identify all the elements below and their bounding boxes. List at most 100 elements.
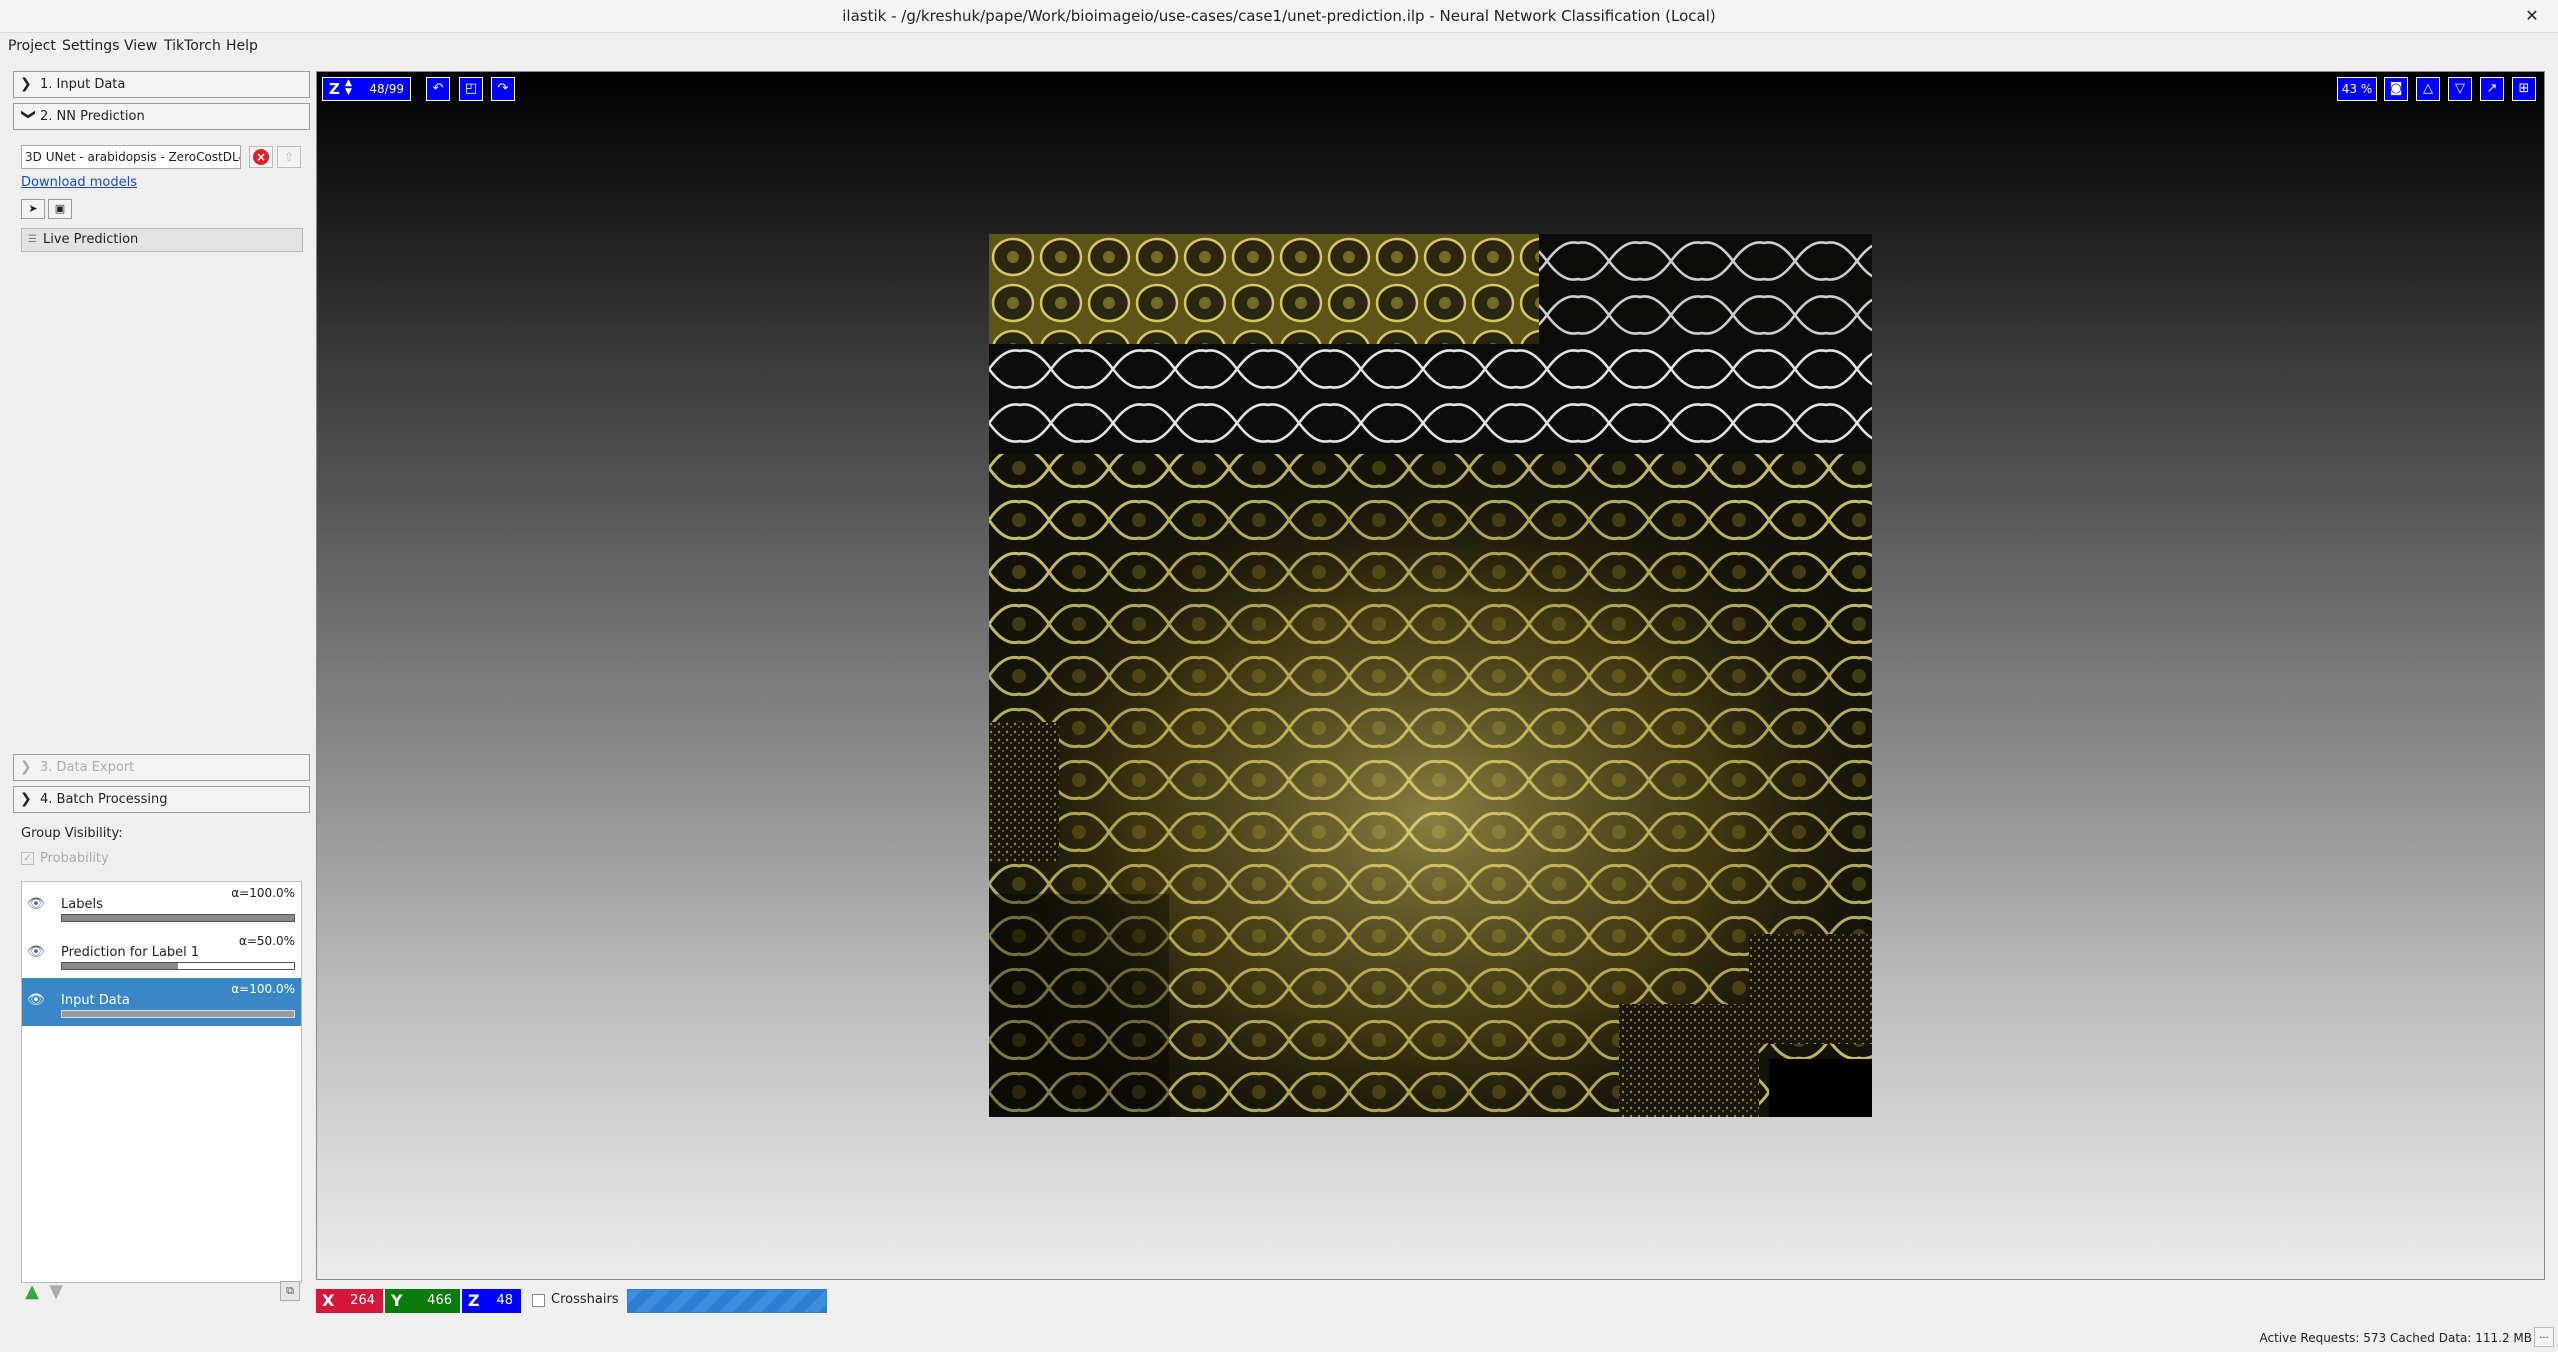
live-prediction-label: Live Prediction <box>43 232 139 247</box>
undo-button[interactable]: ↶ <box>426 77 450 101</box>
layer-opacity-text: α=50.0% <box>238 934 295 948</box>
chevron-right-icon: ❯ <box>20 76 32 92</box>
zoom-level[interactable]: 43 % <box>2337 77 2377 101</box>
list-icon: ☰ <box>28 234 37 245</box>
applet-label: 1. Input Data <box>40 77 126 92</box>
maximize-button[interactable]: ↗ <box>2480 77 2504 101</box>
close-icon: × <box>253 149 269 165</box>
layer-name: Prediction for Label 1 <box>61 945 200 960</box>
move-layer-up-icon[interactable]: ▲ <box>22 1282 42 1302</box>
microscopy-image[interactable] <box>989 234 1872 1117</box>
applet-batch-processing[interactable]: ❯ 4. Batch Processing <box>13 786 310 813</box>
pointer-tool-button[interactable]: ➤ <box>21 199 45 219</box>
probability-checkbox[interactable]: ✓ <box>21 852 34 865</box>
chevron-right-icon: ❯ <box>20 791 32 807</box>
applet-label: 4. Batch Processing <box>40 792 168 807</box>
crosshairs-label: Crosshairs <box>551 1292 619 1307</box>
z-coordinate: Z 48 <box>462 1289 521 1313</box>
z-axis-label: Z <box>329 80 340 98</box>
layer-name: Labels <box>61 897 103 912</box>
progress-bar <box>627 1289 827 1313</box>
triangle-down-icon: ▽ <box>2455 81 2465 96</box>
x-coordinate: X 264 <box>316 1289 383 1313</box>
menu-tiktorch[interactable]: TikTorch <box>164 36 221 56</box>
layer-opacity-bar[interactable] <box>61 962 295 970</box>
crop-button[interactable]: ◰ <box>459 77 483 101</box>
layer-opacity-bar[interactable] <box>61 914 295 922</box>
z-value: 48 <box>496 1293 513 1308</box>
image-canvas <box>989 234 1872 1117</box>
model-name-field[interactable]: 3D UNet - arabidopsis - ZeroCostDL4Mic <box>21 145 241 169</box>
close-icon[interactable]: ✕ <box>2520 4 2544 28</box>
download-models-link[interactable]: Download models <box>21 175 137 190</box>
y-coordinate: Y 466 <box>385 1289 460 1313</box>
probability-label: Probability <box>40 851 109 866</box>
rectangle-icon: ▣ <box>54 202 66 215</box>
undo-icon: ↶ <box>432 81 444 96</box>
grid-button[interactable]: ⊞ <box>2512 77 2536 101</box>
triangle-up-icon: △ <box>2423 81 2433 96</box>
x-value: 264 <box>350 1293 375 1308</box>
redo-icon: ↷ <box>497 81 509 96</box>
z-axis-label: Z <box>468 1291 480 1310</box>
menu-view[interactable]: View <box>124 36 157 56</box>
window-title: ilastik - /g/kreshuk/pape/Work/bioimagei… <box>842 7 1716 25</box>
z-slice-spinbox[interactable]: Z ▲ ▼ 48/99 <box>322 77 411 101</box>
spin-arrows-icon[interactable]: ▲ ▼ <box>345 79 352 97</box>
roi-tool-button[interactable]: ▣ <box>48 199 72 219</box>
grid-icon: ⊞ <box>2518 81 2530 96</box>
layer-prediction-label-1[interactable]: 👁 Prediction for Label 1 α=50.0% <box>22 930 301 978</box>
layer-input-data[interactable]: 👁 Input Data α=100.0% <box>22 978 301 1026</box>
live-prediction-button[interactable]: ☰ Live Prediction <box>21 228 303 252</box>
upload-model-button[interactable]: ⇧ <box>277 146 301 168</box>
empty-tile <box>1769 1059 1872 1117</box>
menu-project[interactable]: Project <box>8 36 56 56</box>
crosshairs-checkbox[interactable] <box>532 1294 545 1307</box>
x-axis-label: X <box>322 1291 335 1310</box>
eye-icon[interactable]: 👁 <box>27 992 45 1008</box>
chevron-down-icon: ❯ <box>20 108 37 121</box>
upload-arrow-icon: ⇧ <box>283 150 295 164</box>
camera-icon: ◙ <box>2389 81 2403 96</box>
chevron-right-icon: ❯ <box>20 759 32 775</box>
z-slice-value: 48/99 <box>369 82 404 96</box>
cursor-icon: ➤ <box>28 202 38 215</box>
opacity-fill <box>62 963 178 969</box>
opacity-fill <box>62 915 294 921</box>
menu-settings[interactable]: Settings <box>62 36 119 56</box>
status-more-button[interactable]: ... <box>2534 1327 2554 1347</box>
grain-tile-bottom <box>1619 1004 1759 1117</box>
y-value: 466 <box>427 1293 452 1308</box>
remove-model-button[interactable]: × <box>249 146 273 168</box>
square-crop-icon: ◰ <box>464 81 478 96</box>
layer-opacity-text: α=100.0% <box>231 886 295 900</box>
menu-bar <box>0 33 2558 59</box>
layer-labels[interactable]: 👁 Labels α=100.0% <box>22 882 301 930</box>
eye-icon[interactable]: 👁 <box>27 896 45 912</box>
applet-data-export: ❯ 3. Data Export <box>13 754 310 781</box>
slice-up-button[interactable]: △ <box>2416 77 2440 101</box>
redo-button[interactable]: ↷ <box>491 77 515 101</box>
group-visibility-heading: Group Visibility: <box>21 826 123 841</box>
slice-down-button[interactable]: ▽ <box>2448 77 2472 101</box>
raw-corner <box>1539 234 1872 454</box>
layer-options-button[interactable]: ⧉ <box>280 1281 300 1301</box>
applet-label: 2. NN Prediction <box>40 109 145 124</box>
maximize-arrow-icon: ↗ <box>2486 81 2498 96</box>
layer-name: Input Data <box>61 993 130 1008</box>
shadow-tile <box>989 894 1169 1117</box>
menu-help[interactable]: Help <box>226 36 258 56</box>
applet-input-data[interactable]: ❯ 1. Input Data <box>13 71 310 98</box>
move-layer-down-icon[interactable]: ▼ <box>46 1282 66 1302</box>
grain-tile-right <box>1749 934 1872 1044</box>
status-text: Active Requests: 573 Cached Data: 111.2 … <box>2259 1331 2532 1345</box>
status-bar <box>0 1322 2558 1352</box>
applet-label: 3. Data Export <box>40 760 135 775</box>
screenshot-button[interactable]: ◙ <box>2384 77 2408 101</box>
applet-nn-prediction[interactable]: ❯ 2. NN Prediction <box>13 103 310 130</box>
eye-icon[interactable]: 👁 <box>27 944 45 960</box>
opacity-fill <box>62 1011 294 1017</box>
layer-opacity-bar[interactable] <box>61 1010 295 1018</box>
grain-tile-left <box>989 722 1059 862</box>
layer-opacity-text: α=100.0% <box>231 982 295 996</box>
